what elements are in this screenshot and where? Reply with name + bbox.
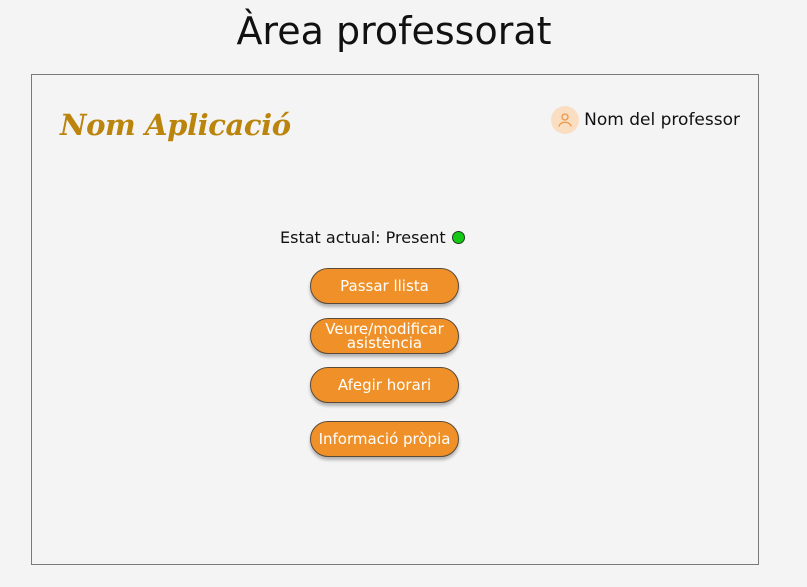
user-name: Nom del professor (584, 110, 740, 130)
view-edit-attendance-button[interactable]: Veure/modificar asistència (310, 318, 459, 354)
user-icon (551, 106, 580, 134)
status-indicator (451, 231, 465, 244)
app-frame: Nom Aplicació Nom del professor Estat ac… (31, 74, 759, 565)
page-title: Àrea professorat (236, 9, 552, 53)
add-schedule-button[interactable]: Afegir horari (310, 367, 459, 403)
app-name: Nom Aplicació (60, 108, 291, 142)
own-information-button[interactable]: Informació pròpia (310, 421, 459, 457)
status-row: Estat actual: Present (280, 228, 465, 247)
pass-attendance-button[interactable]: Passar llista (310, 268, 459, 304)
status-label: Estat actual: Present (280, 228, 446, 247)
user-profile[interactable]: Nom del professor (551, 106, 740, 134)
